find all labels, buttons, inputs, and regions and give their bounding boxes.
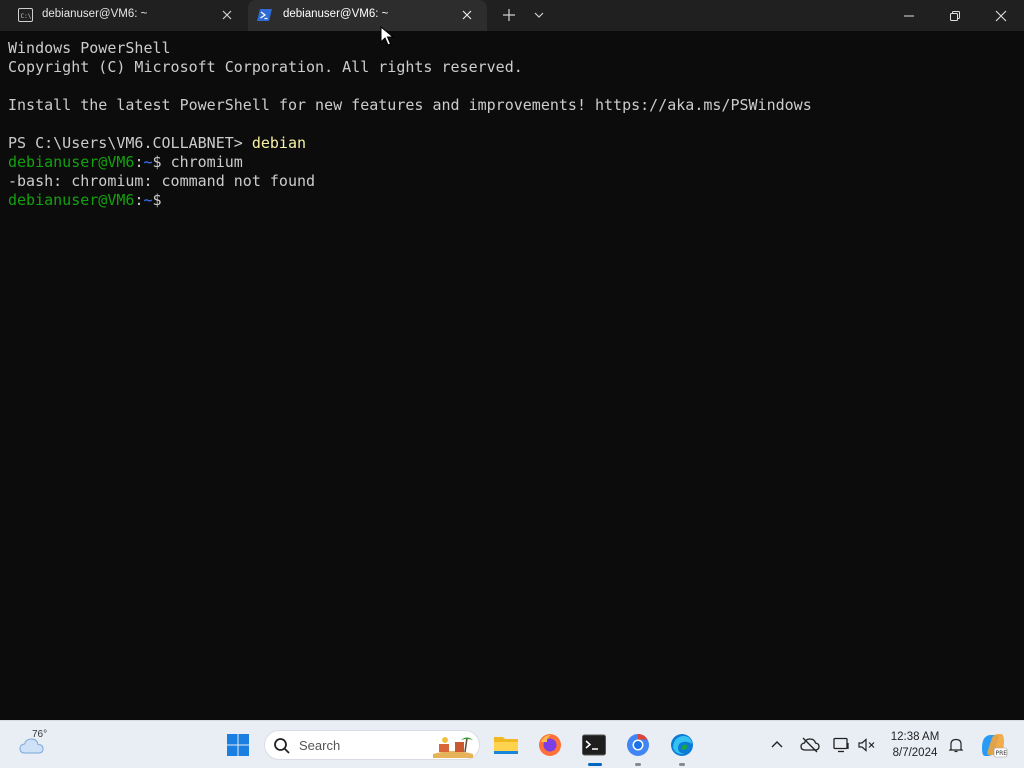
cmd-icon: C:\ [18,8,33,22]
running-app-indicator [635,763,641,766]
ps-command: debian [251,134,307,152]
weather-temperature: 76° [32,729,48,740]
minimize-button[interactable] [886,0,932,31]
taskbar: 76° Search 12:38 AM 8/7/2024 PRE [0,720,1024,768]
chevron-down-icon[interactable] [531,7,547,23]
chevron-up-icon [771,741,783,748]
volume-muted-icon [858,738,875,752]
terminal-line: Install the latest PowerShell for new fe… [8,96,812,114]
minimize-icon [904,15,914,16]
edge-button[interactable] [666,729,698,761]
file-explorer-button[interactable] [490,729,522,761]
copilot-icon[interactable]: PRE [978,730,1008,760]
tab-title: debianuser@VM6: ~ [283,8,389,20]
restore-button[interactable] [932,0,978,31]
svg-text:PRE: PRE [996,750,1008,757]
firefox-button[interactable] [534,729,566,761]
chrome-icon [627,734,649,756]
taskbar-search-box[interactable]: Search [264,730,480,760]
bash-command: chromium [170,153,243,171]
terminal-line: debianuser@VM6:~$ chromium [8,153,243,172]
network-tray-button[interactable] [832,735,852,755]
file-explorer-icon [494,737,518,754]
close-icon[interactable] [218,6,236,24]
title-bar: C:\ debianuser@VM6: ~ debianuser@VM6: ~ [0,0,1024,31]
terminal-button[interactable] [578,729,610,761]
edge-icon [671,734,693,756]
chrome-button[interactable] [622,729,654,761]
new-tab-plus-icon[interactable] [500,6,518,24]
windows-logo-icon [227,734,249,756]
search-label: Search [299,738,341,753]
clock-date: 8/7/2024 [892,747,938,759]
tab-cmd[interactable]: C:\ debianuser@VM6: ~ [0,0,247,31]
bash-user-host: debianuser@VM6 [8,153,135,171]
close-icon[interactable] [458,6,476,24]
restore-icon [950,10,960,21]
mouse-pointer-icon [380,26,394,46]
onedrive-tray-button[interactable] [800,735,820,755]
close-window-button[interactable] [978,0,1024,31]
bash-dollar: $ [152,191,171,209]
bash-dollar: $ [152,153,171,171]
active-app-indicator [588,763,602,766]
bell-icon [948,738,964,753]
terminal-output[interactable]: Windows PowerShell Copyright (C) Microso… [0,31,1024,720]
search-highlight-illustration-icon [433,737,473,758]
terminal-line: Copyright (C) Microsoft Corporation. All… [8,58,523,76]
terminal-line: -bash: chromium: command not found [8,172,316,190]
bash-user-host: debianuser@VM6 [8,191,135,209]
powershell-icon [257,9,272,21]
tab-powershell[interactable]: debianuser@VM6: ~ [248,0,487,31]
clock-time: 12:38 AM [890,731,940,743]
ps-prompt: PS C:\Users\VM6.COLLABNET> [8,134,252,152]
terminal-prompt-line[interactable]: debianuser@VM6:~$ [8,191,171,210]
start-button[interactable] [222,729,254,761]
bash-cwd: ~ [143,191,153,209]
search-icon [274,738,290,754]
running-app-indicator [679,763,685,766]
system-clock[interactable]: 12:38 AM 8/7/2024 [884,729,946,761]
network-monitor-icon [833,737,849,753]
terminal-line: PS C:\Users\VM6.COLLABNET> debian [8,134,306,153]
close-icon [995,10,1007,21]
firefox-icon [539,734,561,756]
terminal-line: Windows PowerShell [8,39,171,57]
terminal-icon [582,734,606,756]
show-hidden-icons-button[interactable] [767,735,787,755]
weather-widget[interactable]: 76° [18,729,68,761]
bash-cwd: ~ [143,153,153,171]
cloud-offline-icon [800,737,820,753]
volume-tray-button[interactable] [857,735,877,755]
svg-text:C:\: C:\ [21,13,32,20]
notifications-button[interactable] [946,735,966,755]
tab-title: debianuser@VM6: ~ [42,8,148,20]
